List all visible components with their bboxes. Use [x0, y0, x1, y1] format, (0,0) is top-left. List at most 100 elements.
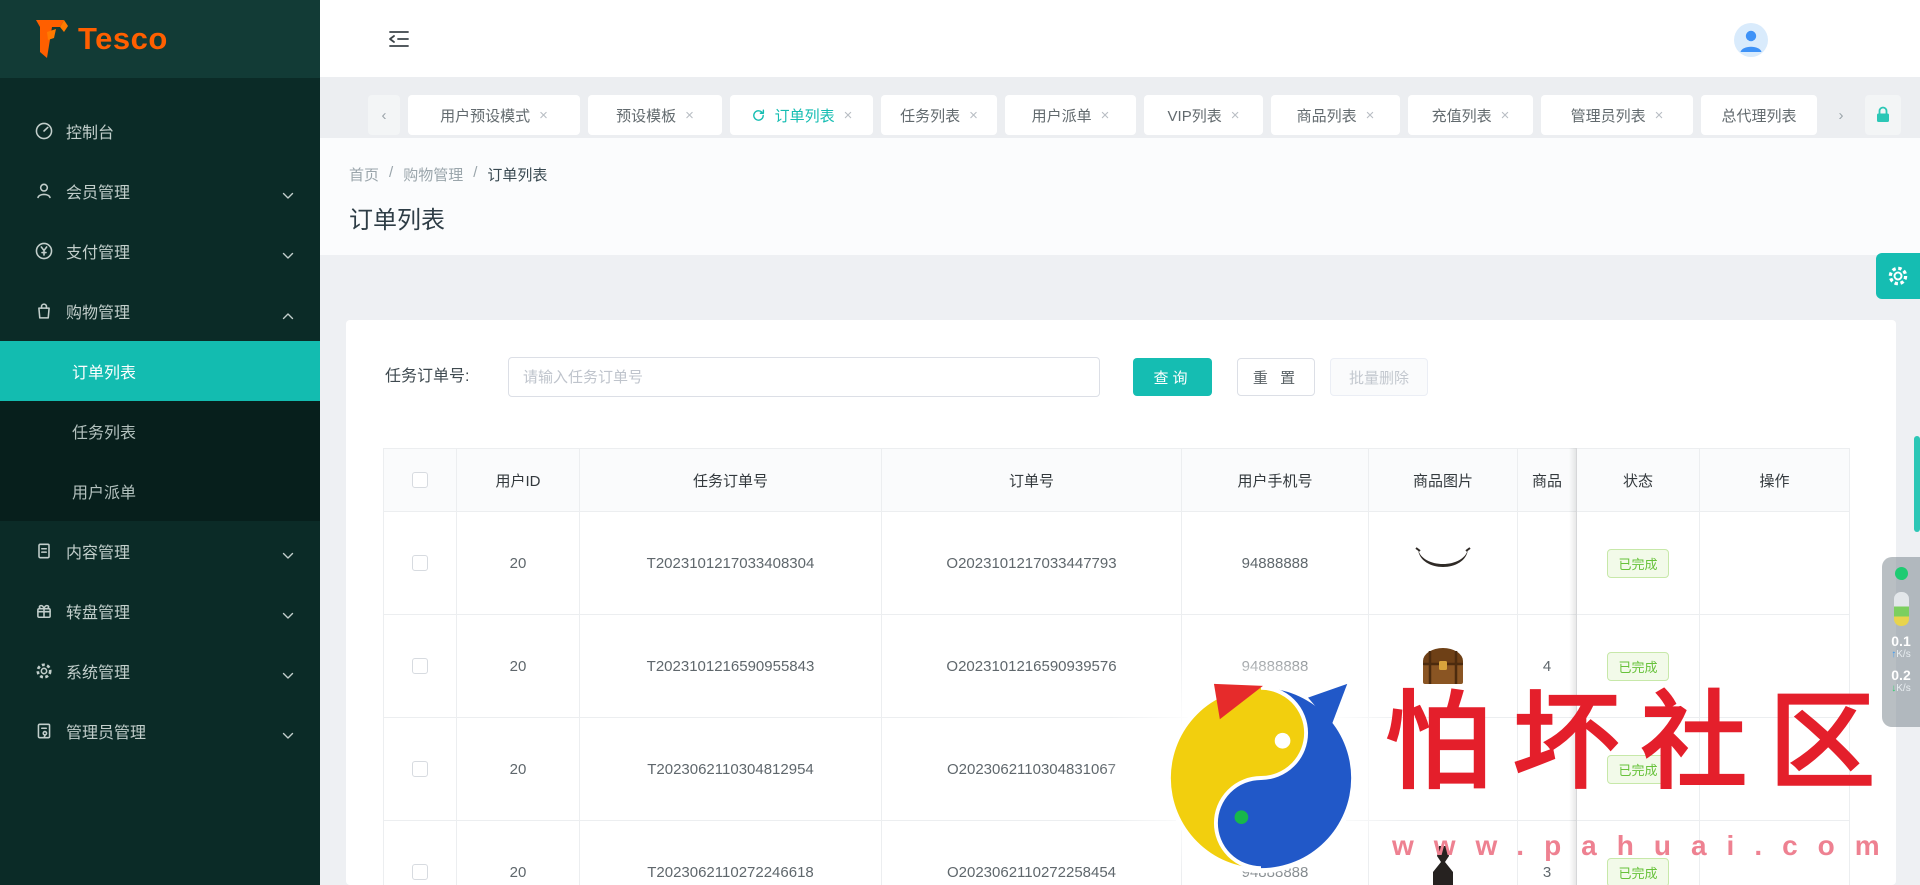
sidebar-item-payments[interactable]: 支付管理 [0, 221, 320, 281]
gift-icon [34, 601, 54, 621]
close-icon[interactable]: × [844, 107, 853, 124]
sidebar-item-label: 内容管理 [66, 545, 131, 562]
table-row: 20 T2023062110304812954 O202306211030483… [383, 718, 1850, 821]
tab-user-dispatch[interactable]: 用户派单 × [1005, 95, 1136, 135]
table-header-row: 用户ID 任务订单号 订单号 用户手机号 商品图片 商品 状态 操作 [383, 448, 1850, 512]
cell-user-id: 20 [457, 512, 580, 615]
table-body: 20 T2023101217033408304 O202310121703344… [383, 512, 1850, 885]
row-checkbox[interactable] [412, 658, 428, 674]
col-actions: 操作 [1700, 448, 1850, 512]
reset-button[interactable]: 重 置 [1237, 358, 1315, 396]
select-all-checkbox[interactable] [412, 472, 428, 488]
breadcrumb-section[interactable]: 购物管理 [403, 164, 463, 185]
cell-task-order-no: T2023062110304812954 [580, 718, 882, 821]
chevron-down-icon [282, 667, 294, 679]
scrollbar-thumb[interactable] [1914, 436, 1920, 532]
lock-icon[interactable] [1865, 95, 1901, 135]
tab-task-list[interactable]: 任务列表 × [881, 95, 997, 135]
row-checkbox[interactable] [412, 761, 428, 777]
close-icon[interactable]: × [1231, 107, 1240, 124]
content-card: 任务订单号: 查询 重 置 批量删除 用户ID 任务订单号 订单号 用户手机号 … [346, 320, 1896, 885]
tab-label: 订单列表 [774, 107, 835, 125]
sidebar-item-system[interactable]: 系统管理 [0, 641, 320, 701]
tab-admin-list[interactable]: 管理员列表 × [1541, 95, 1693, 135]
sidebar-item-label: 订单列表 [72, 365, 137, 382]
sidebar-item-admins[interactable]: 管理员管理 [0, 701, 320, 761]
batch-delete-button[interactable]: 批量删除 [1330, 358, 1428, 396]
page-title: 订单列表 [349, 207, 445, 234]
sidebar-item-label: 系统管理 [66, 665, 131, 682]
sidebar-item-order-list[interactable]: 订单列表 [0, 341, 320, 401]
close-icon[interactable]: × [685, 107, 694, 124]
cell-user-id: 20 [457, 718, 580, 821]
product-image [1369, 512, 1518, 615]
table-row: 20 T2023101216590955843 O202310121659093… [383, 615, 1850, 718]
admin-doc-icon [34, 721, 54, 741]
col-user-id: 用户ID [457, 448, 580, 512]
tab-user-preset-mode[interactable]: 用户预设模式 × [408, 95, 580, 135]
tab-general-agent-list[interactable]: 总代理列表 [1701, 95, 1817, 135]
sidebar-item-task-list[interactable]: 任务列表 [0, 401, 320, 461]
product-image [1369, 615, 1518, 718]
chevron-up-icon [282, 307, 294, 320]
tab-label: 商品列表 [1296, 107, 1357, 125]
row-select-cell [383, 821, 457, 885]
user-avatar[interactable] [1734, 23, 1768, 57]
brand-name: Tesco [78, 21, 168, 56]
tab-label: 用户派单 [1031, 107, 1092, 125]
select-all-cell [383, 448, 457, 512]
cell-order-no: O2023062110272258454 [882, 821, 1182, 885]
close-icon[interactable]: × [1501, 107, 1510, 124]
cell-product-clipped: 3 [1518, 821, 1577, 885]
close-icon[interactable]: × [539, 107, 548, 124]
sidebar-item-members[interactable]: 会员管理 [0, 161, 320, 221]
product-image [1369, 718, 1518, 821]
tab-product-list[interactable]: 商品列表 × [1271, 95, 1400, 135]
tabs-scroll-left-icon[interactable]: ‹ [368, 95, 400, 135]
sidebar-item-label: 会员管理 [66, 185, 131, 202]
close-icon[interactable]: × [969, 107, 978, 124]
col-product-clipped: 商品 [1518, 448, 1577, 512]
col-task-order-no: 任务订单号 [580, 448, 882, 512]
sidebar-item-label: 支付管理 [66, 245, 131, 262]
person-icon [1740, 30, 1762, 52]
chevron-down-icon [282, 187, 294, 199]
row-checkbox[interactable] [412, 555, 428, 571]
tab-order-list[interactable]: 订单列表 × [730, 95, 873, 135]
battery-indicator [1893, 592, 1909, 626]
row-checkbox[interactable] [412, 864, 428, 880]
close-icon[interactable]: × [1366, 107, 1375, 124]
tab-vip-list[interactable]: VIP列表 × [1144, 95, 1263, 135]
sidebar-item-wheel[interactable]: 转盘管理 [0, 581, 320, 641]
tab-label: VIP列表 [1167, 107, 1222, 125]
cell-phone: 94888888 [1182, 512, 1369, 615]
tab-preset-template[interactable]: 预设模板 × [588, 95, 722, 135]
settings-gear-button[interactable] [1876, 253, 1920, 299]
task-order-input[interactable] [508, 357, 1100, 397]
tab-label: 总代理列表 [1721, 107, 1797, 125]
product-image [1369, 821, 1518, 885]
search-button[interactable]: 查询 [1133, 358, 1212, 396]
sidebar-item-content[interactable]: 内容管理 [0, 521, 320, 581]
refresh-icon [752, 109, 764, 121]
sidebar-collapse-icon[interactable] [386, 27, 412, 51]
main-area: ‹ 用户预设模式 × 预设模板 × 订单列表 × 任务列表 × 用户派单 × VIP列表 ×… [320, 0, 1920, 885]
breadcrumb-separator: / [473, 164, 478, 181]
cell-status: 已完成 [1577, 718, 1700, 821]
sidebar-item-console[interactable]: 控制台 [0, 101, 320, 161]
sidebar-item-shopping[interactable]: 购物管理 [0, 281, 320, 341]
chevron-down-icon [282, 607, 294, 619]
close-icon[interactable]: × [1101, 107, 1110, 124]
close-icon[interactable]: × [1655, 107, 1664, 124]
cell-phone: 94888888 [1182, 821, 1369, 885]
status-badge: 已完成 [1607, 754, 1669, 784]
cell-phone: 94888888 [1182, 615, 1369, 718]
col-product-image: 商品图片 [1369, 448, 1518, 512]
tab-recharge-list[interactable]: 充值列表 × [1408, 95, 1533, 135]
breadcrumb-home[interactable]: 首页 [349, 164, 379, 185]
tabs-scroll-right-icon[interactable]: › [1825, 95, 1857, 135]
network-monitor-widget: 0.1 ↑K/s 0.2 ↓K/s [1882, 557, 1920, 727]
topbar [320, 0, 1920, 77]
tab-label: 充值列表 [1431, 107, 1492, 125]
sidebar-item-user-dispatch[interactable]: 用户派单 [0, 461, 320, 521]
